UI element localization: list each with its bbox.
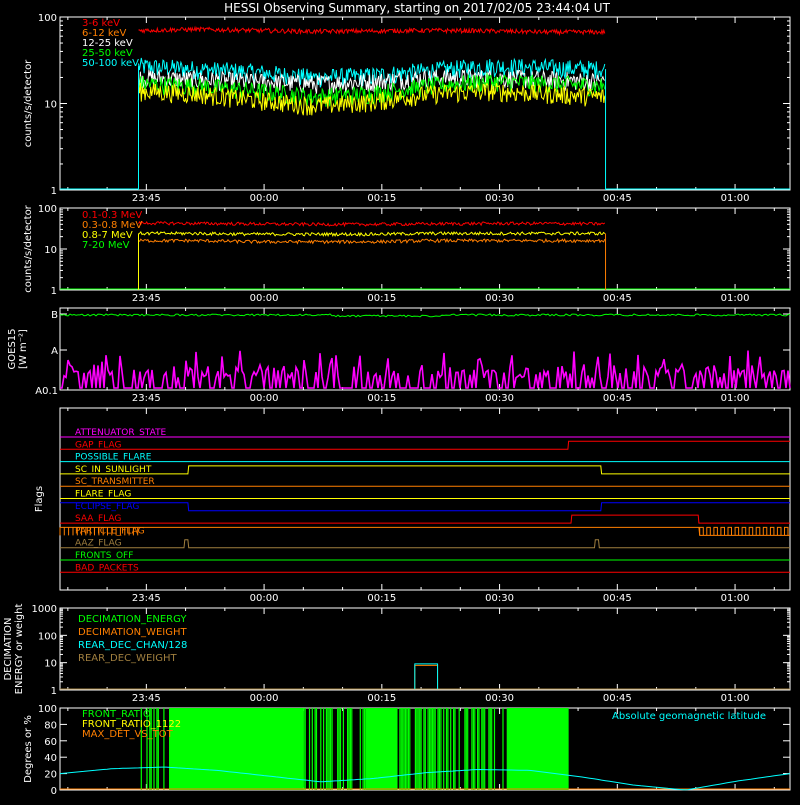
decimation-legend-item: DECIMATION_ENERGY — [78, 614, 187, 625]
goes-ylabel: GOES15 — [7, 328, 18, 369]
goes-xtick-label: 00:15 — [367, 393, 396, 404]
hxr-xtick-label: 00:00 — [250, 193, 279, 204]
gamma-legend-item: 7-20 MeV — [82, 240, 130, 251]
hxr-xtick-label: 00:30 — [485, 193, 514, 204]
decimation-legend-item: REAR_DEC_WEIGHT — [78, 653, 177, 664]
decimation-xtick-label: 00:15 — [367, 693, 396, 704]
gamma-xtick-label: 00:45 — [603, 293, 632, 304]
ratio-ytick-label: 100 — [38, 704, 57, 715]
hxr-xtick-label: 01:00 — [721, 193, 750, 204]
gamma-xtick-label: 01:00 — [721, 293, 750, 304]
flags-xtick-label: 00:15 — [367, 593, 396, 604]
gamma-ytick-label: 100 — [38, 204, 57, 215]
hxr-xtick-label: 23:45 — [132, 193, 161, 204]
ratio-ytick-label: 40 — [44, 753, 57, 764]
decimation-xtick-label: 00:30 — [485, 693, 514, 704]
decimation-ylabel: DECIMATION — [3, 617, 14, 680]
flags-xtick-label: 01:00 — [721, 593, 750, 604]
decimation-ytick-label: 1 — [51, 686, 57, 697]
decimation-xtick-label: 01:00 — [721, 693, 750, 704]
decimation-xtick-label: 00:45 — [603, 693, 632, 704]
gamma-xtick-label: 00:00 — [250, 293, 279, 304]
goes-yunit: [W m⁻²] — [18, 329, 29, 369]
summary-figure: HESSI Observing Summary, starting on 201… — [0, 0, 800, 800]
ratio-ytick-label: 20 — [44, 770, 57, 781]
gamma-xtick-label: 00:15 — [367, 293, 396, 304]
hxr-ytick-label: 10 — [44, 100, 57, 111]
ratio-ylabel: Degrees or % — [23, 715, 34, 783]
decimation-xtick-label: 23:45 — [132, 693, 161, 704]
goes-xtick-label: 00:30 — [485, 393, 514, 404]
gamma-ytick-label: 1 — [51, 286, 57, 297]
goes-xtick-label: 00:00 — [250, 393, 279, 404]
hxr-ytick-label: 1 — [51, 186, 57, 197]
goes-ytick-label: B — [51, 310, 58, 321]
goes-xtick-label: 01:00 — [721, 393, 750, 404]
goes-xtick-label: 23:45 — [132, 393, 161, 404]
flags-xtick-label: 00:45 — [603, 593, 632, 604]
decimation-ylabel2: ENERGY or weight — [14, 604, 25, 695]
plot-title: HESSI Observing Summary, starting on 201… — [224, 1, 610, 15]
ratio-ytick-label: 80 — [44, 720, 57, 731]
ratio-annotation: Absolute geomagnetic latitude — [612, 711, 766, 722]
flags-xtick-label: 23:45 — [132, 593, 161, 604]
decimation-legend-item: REAR_DEC_CHAN/128 — [78, 640, 187, 651]
flags-ylabel: Flags — [34, 486, 45, 512]
gamma-xtick-label: 23:45 — [132, 293, 161, 304]
decimation-ytick-label: 1000 — [32, 604, 57, 615]
decimation-legend-item: DECIMATION_WEIGHT — [78, 627, 187, 638]
hxr-legend-item: 50-100 keV — [82, 58, 139, 69]
hxr-ytick-label: 100 — [38, 13, 57, 24]
gamma-xtick-label: 00:30 — [485, 293, 514, 304]
hessi-observing-summary: HESSI Observing Summary, starting on 201… — [0, 0, 800, 800]
hxr-xtick-label: 00:45 — [603, 193, 632, 204]
hxr-xtick-label: 00:15 — [367, 193, 396, 204]
flags-xtick-label: 00:00 — [250, 593, 279, 604]
gamma-ylabel: counts/s/detector — [23, 204, 34, 292]
decimation-ytick-label: 10 — [44, 659, 57, 670]
goes-ytick-label: A — [51, 346, 58, 357]
ratio-ytick-label: 0 — [51, 786, 57, 797]
goes-xtick-label: 00:45 — [603, 393, 632, 404]
gamma-ytick-label: 10 — [44, 245, 57, 256]
hxr-ylabel: counts/s/detector — [23, 59, 34, 147]
flags-xtick-label: 00:30 — [485, 593, 514, 604]
goes-ytick-label: A0.1 — [35, 386, 58, 397]
decimation-ytick-label: 100 — [38, 631, 57, 642]
ratio-legend-item: MAX_DET_VS_TOT — [82, 729, 174, 740]
ratio-ytick-label: 60 — [44, 737, 57, 748]
decimation-xtick-label: 00:00 — [250, 693, 279, 704]
